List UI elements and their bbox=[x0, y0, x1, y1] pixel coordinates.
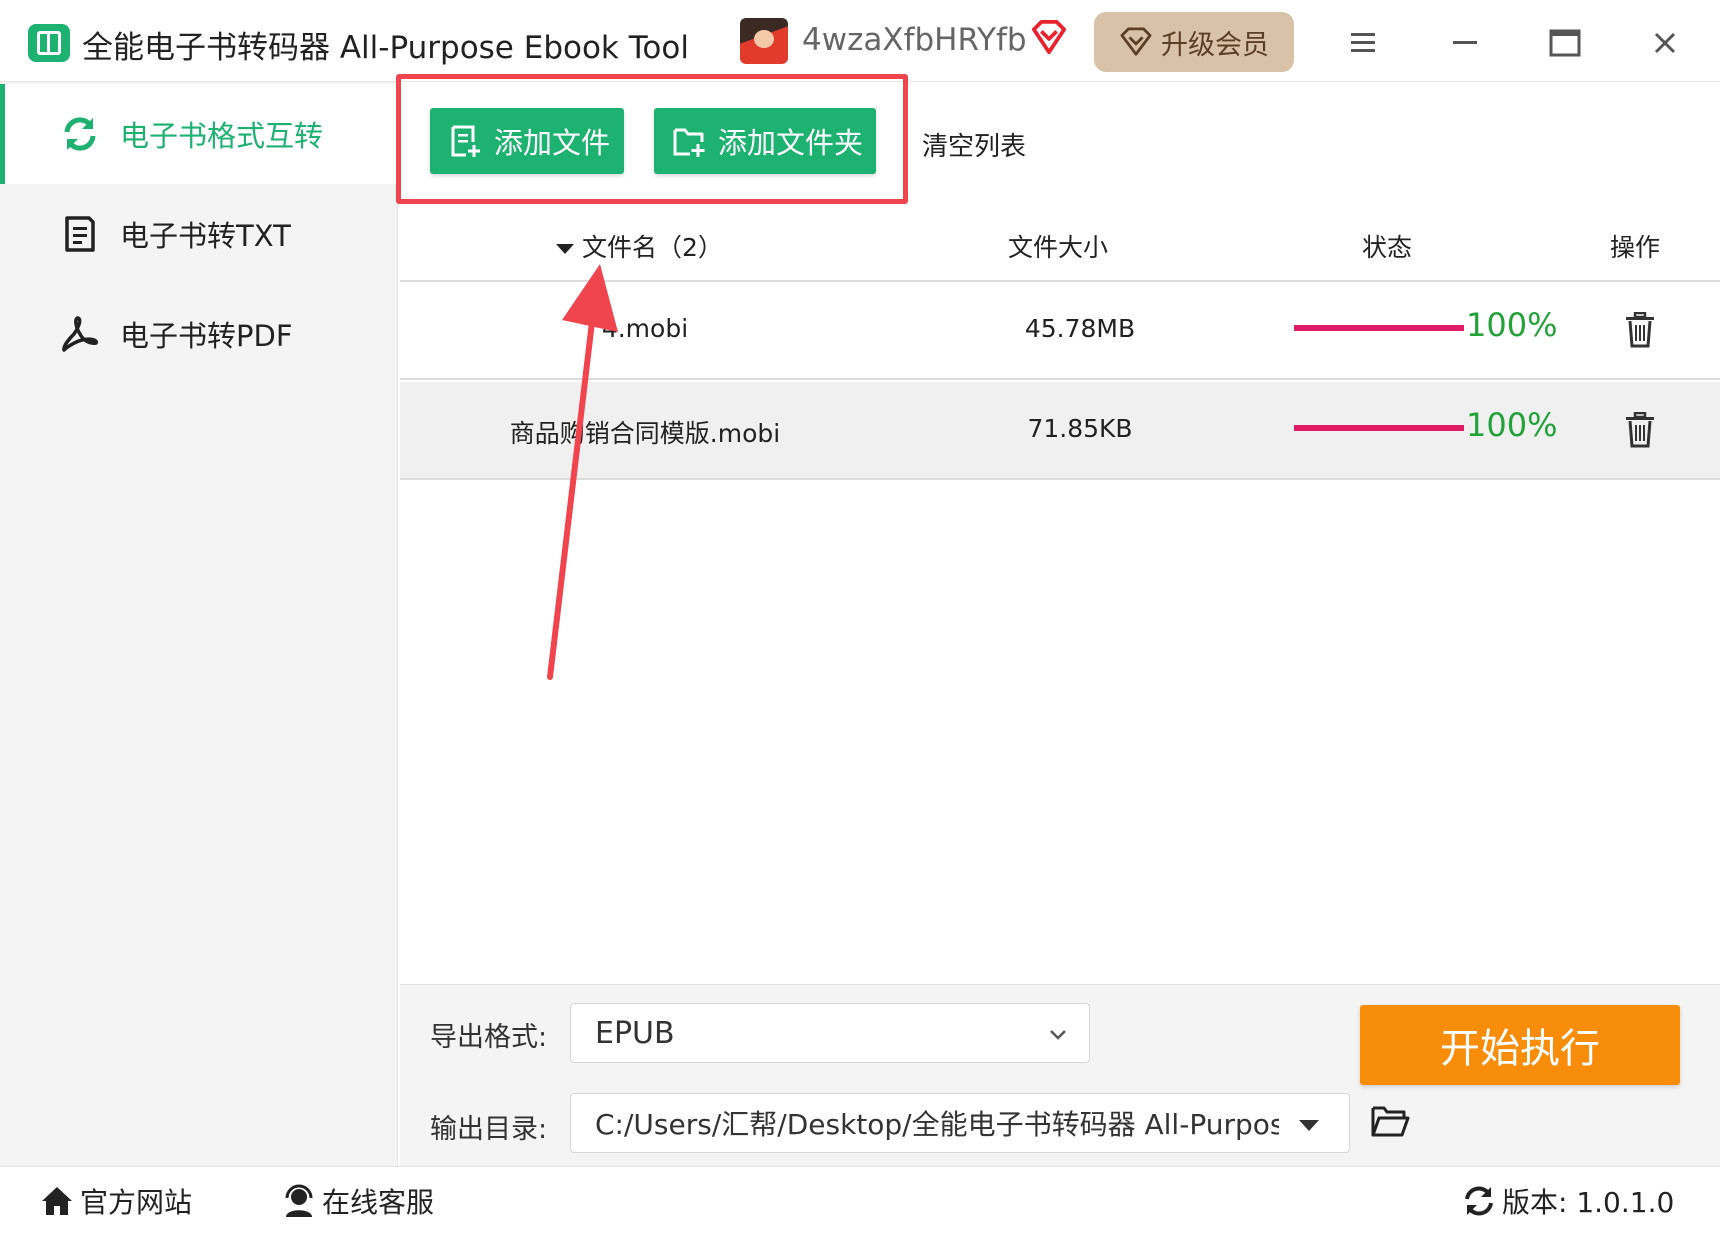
upgrade-label: 升级会员 bbox=[1161, 29, 1269, 61]
start-button[interactable]: 开始执行 bbox=[1360, 1005, 1680, 1085]
upgrade-vip-button[interactable]: 升级会员 bbox=[1094, 12, 1294, 72]
file-table-header: 文件名（2） 文件大小 状态 操作 bbox=[400, 206, 1720, 282]
user-avatar[interactable] bbox=[740, 18, 788, 64]
output-dir-label: 输出目录: bbox=[430, 1114, 548, 1145]
official-site-link[interactable]: 官方网站 bbox=[40, 1181, 192, 1221]
delete-trash-icon[interactable] bbox=[1624, 312, 1656, 348]
progress-bar bbox=[1294, 325, 1464, 331]
table-row[interactable]: 4.mobi 45.78MB 100% bbox=[400, 282, 1720, 380]
sidebar-item-to-txt[interactable]: 电子书转TXT bbox=[0, 184, 398, 284]
sidebar-item-label: 电子书转PDF bbox=[120, 319, 293, 353]
delete-trash-icon[interactable] bbox=[1624, 412, 1656, 448]
minimize-icon[interactable] bbox=[1442, 20, 1488, 66]
diamond-icon bbox=[1120, 27, 1152, 56]
file-size: 45.78MB bbox=[1024, 314, 1136, 343]
open-folder-icon[interactable] bbox=[1370, 1103, 1410, 1139]
column-operation: 操作 bbox=[1610, 233, 1661, 262]
pdf-icon bbox=[60, 314, 100, 354]
add-file-button[interactable]: 添加文件 bbox=[430, 108, 624, 174]
home-icon bbox=[42, 1187, 72, 1215]
export-format-value: EPUB bbox=[595, 1015, 675, 1051]
clear-list-button[interactable]: 清空列表 bbox=[922, 126, 1026, 163]
headset-icon bbox=[285, 1184, 313, 1217]
version-info: 版本: 1.0.1.0 bbox=[1462, 1181, 1674, 1221]
username[interactable]: 4wzaXfbHRYfb bbox=[802, 22, 1027, 58]
sidebar-item-label: 电子书格式互转 bbox=[120, 119, 324, 153]
menu-icon[interactable] bbox=[1340, 20, 1386, 66]
add-folder-label: 添加文件夹 bbox=[718, 126, 864, 160]
file-name: 4.mobi bbox=[601, 314, 689, 343]
refresh-icon bbox=[60, 114, 100, 154]
sidebar: 电子书格式互转 电子书转TXT 电子书转PDF bbox=[0, 82, 398, 1166]
status-percent: 100% bbox=[1466, 306, 1558, 344]
vip-diamond-icon bbox=[1031, 20, 1067, 55]
export-format-select[interactable]: EPUB bbox=[570, 1003, 1090, 1063]
sort-caret-icon bbox=[556, 244, 574, 254]
sidebar-item-format-convert[interactable]: 电子书格式互转 bbox=[0, 84, 398, 184]
progress-bar bbox=[1294, 425, 1464, 431]
add-folder-icon bbox=[673, 128, 705, 157]
output-dir-select[interactable]: C:/Users/汇帮/Desktop/全能电子书转码器 All-Purpose bbox=[570, 1093, 1350, 1153]
export-format-label: 导出格式: bbox=[430, 1022, 548, 1053]
refresh-icon bbox=[1465, 1186, 1493, 1216]
title-bar: 全能电子书转码器 All-Purpose Ebook Tool 4wzaXfbH… bbox=[0, 0, 1720, 82]
close-icon[interactable] bbox=[1642, 20, 1688, 66]
add-file-label: 添加文件 bbox=[494, 126, 611, 160]
app-logo-icon bbox=[28, 24, 70, 62]
sidebar-item-label: 电子书转TXT bbox=[120, 219, 291, 253]
status-percent: 100% bbox=[1466, 406, 1558, 444]
dropdown-caret-icon bbox=[1299, 1120, 1319, 1131]
add-file-icon bbox=[451, 125, 480, 157]
output-dir-value: C:/Users/汇帮/Desktop/全能电子书转码器 All-Purpose bbox=[595, 1108, 1279, 1141]
file-name: 商品购销合同模版.mobi bbox=[509, 419, 781, 448]
column-status: 状态 bbox=[1362, 233, 1413, 262]
document-icon bbox=[60, 214, 100, 254]
status-bar: 官方网站 在线客服 版本: 1.0.1.0 bbox=[0, 1166, 1720, 1234]
add-folder-button[interactable]: 添加文件夹 bbox=[654, 108, 876, 174]
column-filename[interactable]: 文件名（2） bbox=[556, 228, 723, 264]
app-title: 全能电子书转码器 All-Purpose Ebook Tool bbox=[82, 30, 689, 66]
chevron-down-icon bbox=[1050, 1030, 1066, 1040]
column-filesize: 文件大小 bbox=[1008, 233, 1109, 262]
maximize-icon[interactable] bbox=[1542, 20, 1588, 66]
online-service-link[interactable]: 在线客服 bbox=[282, 1181, 434, 1221]
file-size: 71.85KB bbox=[1027, 414, 1133, 443]
output-settings-panel: 导出格式: EPUB 输出目录: C:/Users/汇帮/Desktop/全能电… bbox=[400, 984, 1720, 1166]
table-row[interactable]: 商品购销合同模版.mobi 71.85KB 100% bbox=[400, 382, 1720, 480]
sidebar-item-to-pdf[interactable]: 电子书转PDF bbox=[0, 284, 398, 384]
